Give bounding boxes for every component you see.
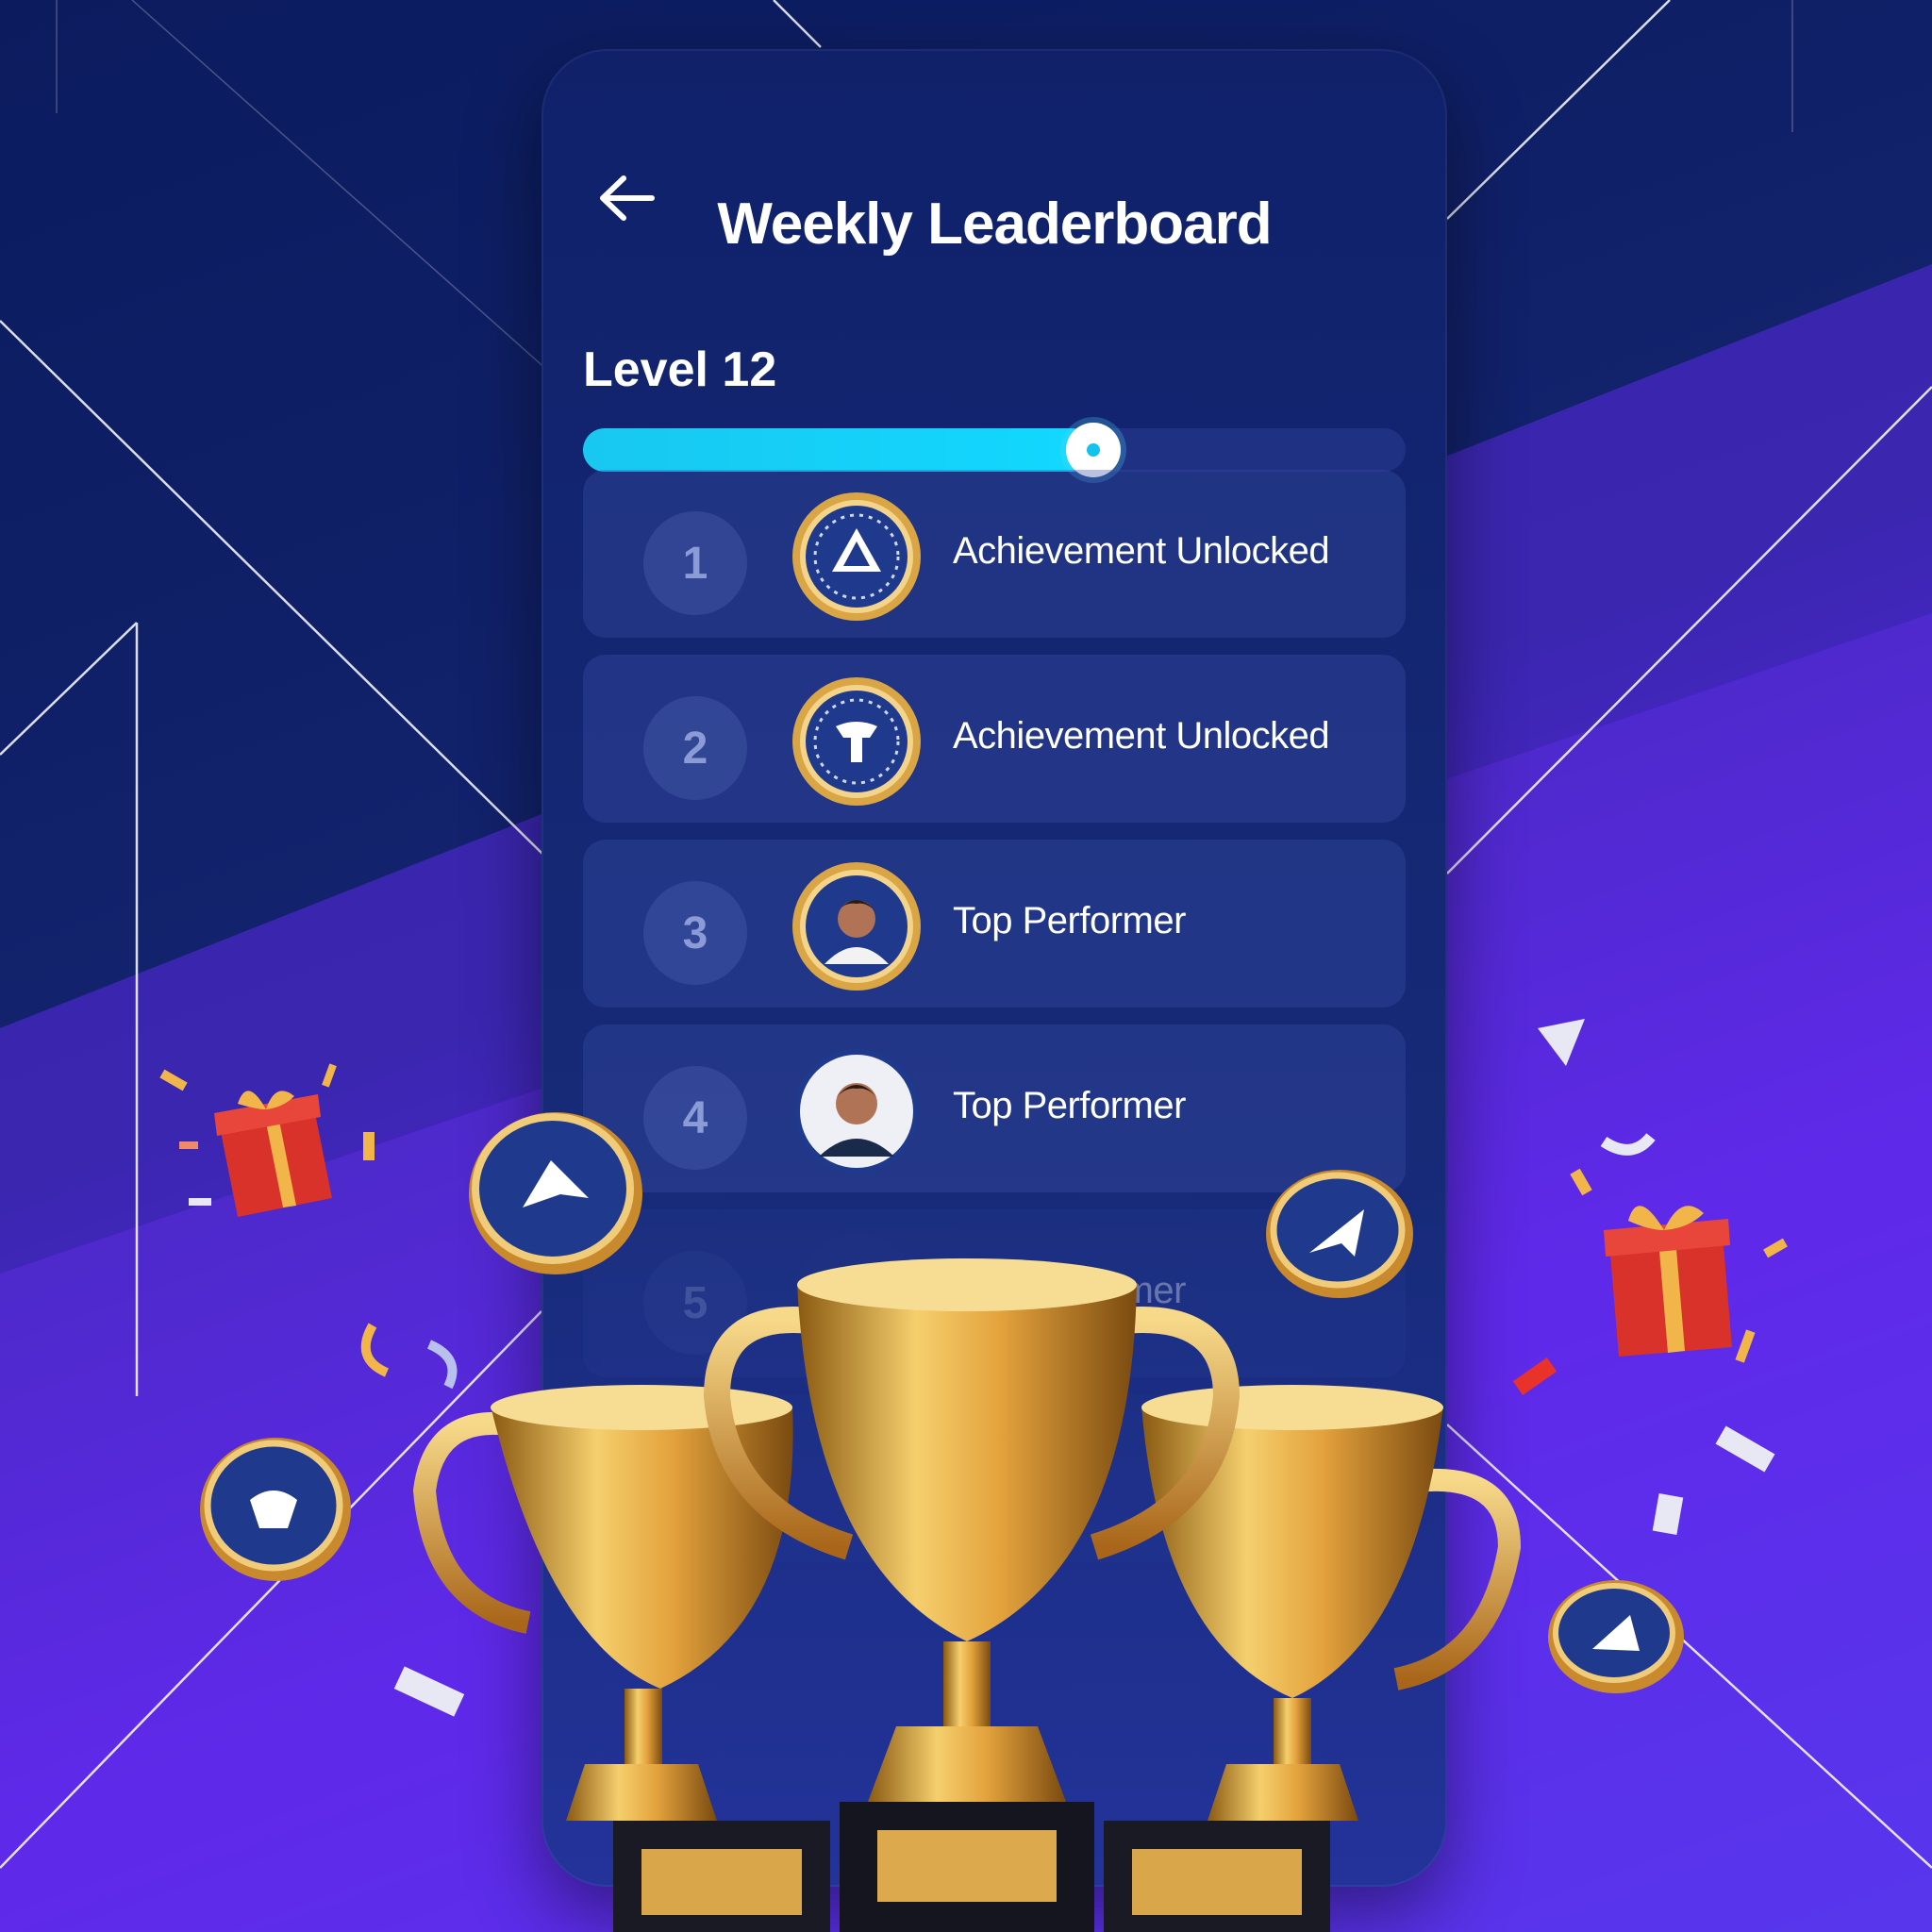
floating-coin-icon [200, 1438, 351, 1581]
floating-coin-icon [1266, 1170, 1413, 1298]
gift-box-icon [214, 1091, 332, 1217]
floating-coin-icon [469, 1112, 642, 1274]
floating-coin-icon [1548, 1580, 1684, 1693]
gift-box-icon [1604, 1206, 1732, 1357]
